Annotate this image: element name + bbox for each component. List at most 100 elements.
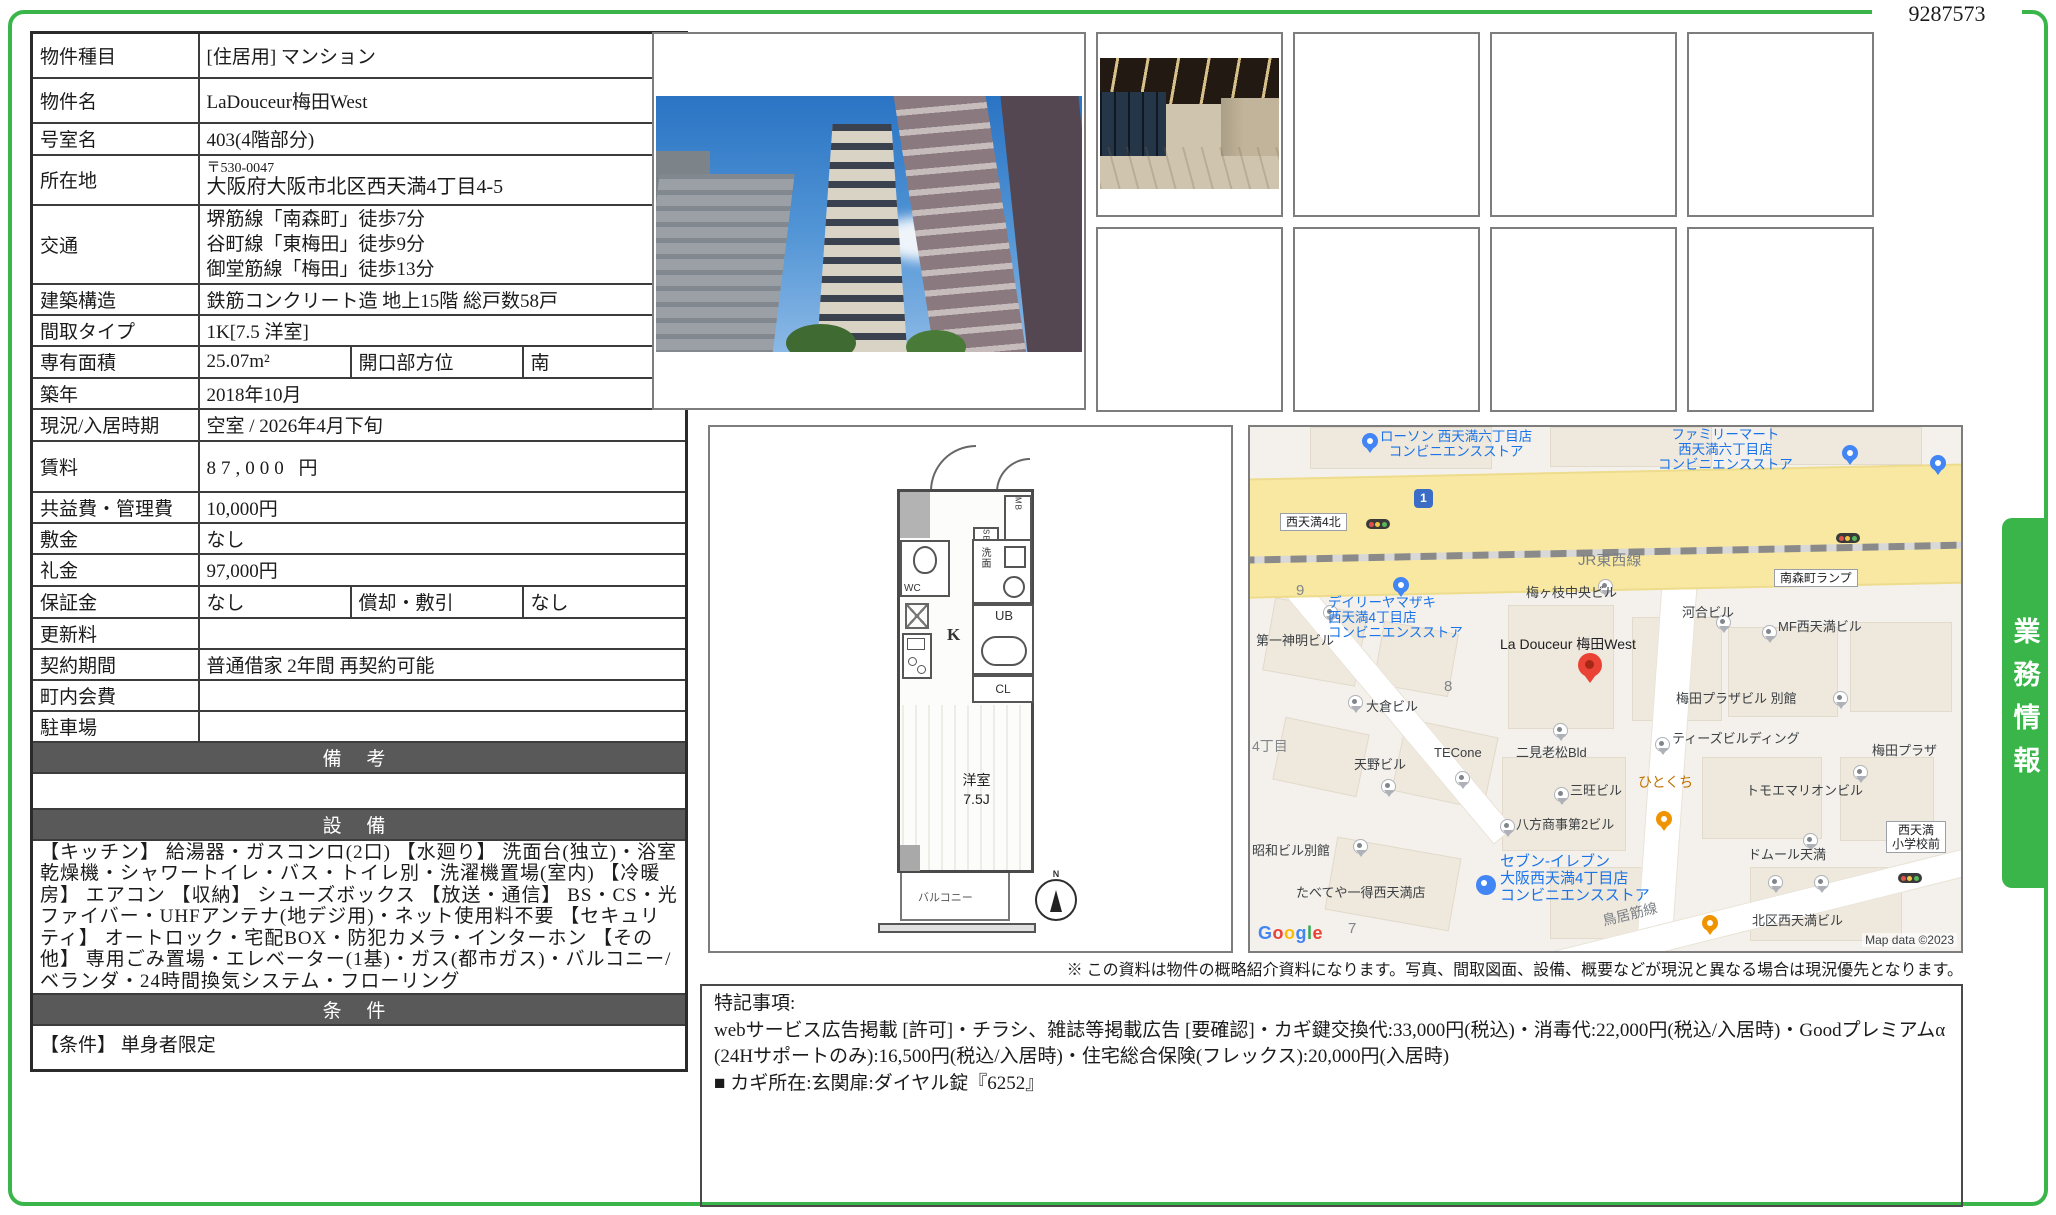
bath-label: UB [995, 608, 1013, 623]
store-pin [1362, 433, 1378, 449]
burner-icon [917, 665, 926, 674]
conditions-header: 条 件 [32, 994, 687, 1025]
map-label-familymart: ファミリーマート 西天満六丁目店 コンビニエンスストア [1658, 427, 1793, 472]
balcony-storage [900, 845, 920, 871]
property-location-pin [1578, 653, 1602, 677]
toilet-icon [913, 546, 937, 574]
map-label-building: MF西天満ビル [1778, 619, 1862, 634]
table-row: 交通堺筋線「南森町」徒歩7分 谷町線「東梅田」徒歩9分 御堂筋線「梅田」徒歩13… [32, 205, 687, 284]
map-attribution: Map data ©2023 [1862, 933, 1957, 947]
map-label-property: La Douceur 梅田West [1500, 637, 1636, 652]
compass-icon: N [1035, 879, 1077, 921]
section-header-row: 備 考 [32, 742, 687, 773]
building-pin [1554, 787, 1569, 802]
row-value2: なし [523, 586, 687, 618]
map-label-ramp: 南森町ランプ [1774, 569, 1858, 587]
map-label-block-number: 9 [1296, 583, 1304, 598]
table-row: 礼金97,000円 [32, 554, 687, 586]
building-photo-detail [656, 174, 795, 352]
map-label-building: 河合ビル [1682, 605, 1734, 620]
store-pin [1930, 455, 1946, 471]
map-block [1325, 837, 1462, 932]
building-pin [1553, 723, 1568, 738]
key-location-line: ■ カギ所在:玄関扉:ダイヤル錠『6252』 [714, 1071, 1949, 1098]
kitchen-unit [902, 633, 932, 679]
washer-icon [1003, 576, 1025, 598]
row-value: 403(4階部分) [199, 123, 687, 155]
map-label-building: トモエマリオンビル [1746, 783, 1863, 798]
photo-slot-empty [1096, 227, 1283, 412]
row-label: 現況/入居時期 [32, 409, 199, 441]
table-row: 更新料 [32, 618, 687, 649]
kitchen-label: K [947, 625, 960, 645]
main-tower [816, 124, 908, 352]
map-label-seveneleven: セブン-イレブン 大阪西天満4丁目店 コンビニエンスストア [1500, 853, 1650, 904]
closet: CL [972, 675, 1034, 703]
map-label-block-number: 8 [1444, 679, 1452, 694]
map-label-building: 北区西天満ビル [1752, 913, 1843, 928]
row-label: 物件種目 [32, 33, 199, 78]
building-pin [1381, 779, 1396, 794]
balcony-label: バルコニー [918, 889, 973, 905]
map-label-building: 三旺ビル [1570, 783, 1622, 798]
photo-slot-main [652, 32, 1086, 410]
row-label: 間取タイプ [32, 315, 199, 346]
document-id: 9287573 [1872, 0, 2022, 28]
bath-room: UB [972, 604, 1034, 675]
equipment-header: 設 備 [32, 809, 687, 840]
map-block [1702, 757, 1822, 839]
building-pin [1348, 695, 1363, 710]
remarks-row [32, 773, 687, 809]
ground-line [878, 923, 1036, 933]
map-label-block-number: 7 [1348, 921, 1356, 936]
row-value: 鉄筋コンクリート造 地上15階 総戸数58戸 [199, 284, 687, 315]
table-row: 建築構造鉄筋コンクリート造 地上15階 総戸数58戸 [32, 284, 687, 315]
logo-letter: o [1284, 923, 1296, 943]
washroom: 洗面 [972, 539, 1032, 604]
map-label-building: 梅田プラザ [1872, 743, 1937, 758]
restaurant-pin [1702, 915, 1718, 931]
row-value [199, 711, 687, 742]
building-pin [1500, 819, 1515, 834]
photo-slot-entrance [1096, 32, 1283, 217]
toilet-room: WC [900, 540, 950, 597]
row-label: 礼金 [32, 554, 199, 586]
remarks-header: 備 考 [32, 742, 687, 773]
table-row: 間取タイプ1K[7.5 洋室] [32, 315, 687, 346]
building-pin [1803, 833, 1818, 848]
balcony: バルコニー [900, 873, 1010, 921]
table-row: 賃料87,000 円 [32, 441, 687, 492]
entrance-photo [1100, 58, 1279, 189]
property-flyer-page: 9287573 業務情報 物件種目[住居用] マンション 物件名LaDouceu… [0, 0, 2056, 1215]
building-pin [1655, 737, 1670, 752]
map-label-building: 梅田プラザビル 別館 [1676, 691, 1797, 706]
building-pin [1353, 839, 1368, 854]
table-row: 駐車場 [32, 711, 687, 742]
property-name: LaDouceur梅田West [199, 78, 687, 123]
row-label: 築年 [32, 378, 199, 409]
row-label: 駐車場 [32, 711, 199, 742]
route-1-shield: 1 [1414, 489, 1433, 508]
row-label: 契約期間 [32, 649, 199, 680]
address-cell: 〒530-0047大阪府大阪市北区西天満4丁目4-5 [199, 155, 687, 205]
sink-icon [907, 638, 925, 650]
row-label: 賃料 [32, 441, 199, 492]
map-label-lawson: ローソン 西天満六丁目店 コンビニエンスストア [1380, 429, 1532, 459]
row-value: 1K[7.5 洋室] [199, 315, 687, 346]
building-pin [1853, 765, 1868, 780]
logo-letter: e [1313, 923, 1324, 943]
row-value [199, 680, 687, 711]
row-label2: 開口部方位 [351, 346, 523, 378]
map-label-school: 西天満 小学校前 [1886, 821, 1946, 853]
store-pin [1476, 875, 1496, 895]
row-value: 空室 / 2026年4月下旬 [199, 409, 687, 441]
table-row: 保証金なし償却・敷引なし [32, 586, 687, 618]
logo-letter: o [1273, 923, 1285, 943]
special-notes-title: 特記事項: [714, 991, 1949, 1018]
building-pin [1768, 875, 1783, 890]
table-row: 号室名403(4階部分) [32, 123, 687, 155]
row-value: なし [199, 586, 351, 618]
map-label-building: 梅ヶ枝中央ビル [1526, 585, 1617, 600]
row-value: なし [199, 523, 687, 554]
row-value: 普通借家 2年間 再契約可能 [199, 649, 687, 680]
